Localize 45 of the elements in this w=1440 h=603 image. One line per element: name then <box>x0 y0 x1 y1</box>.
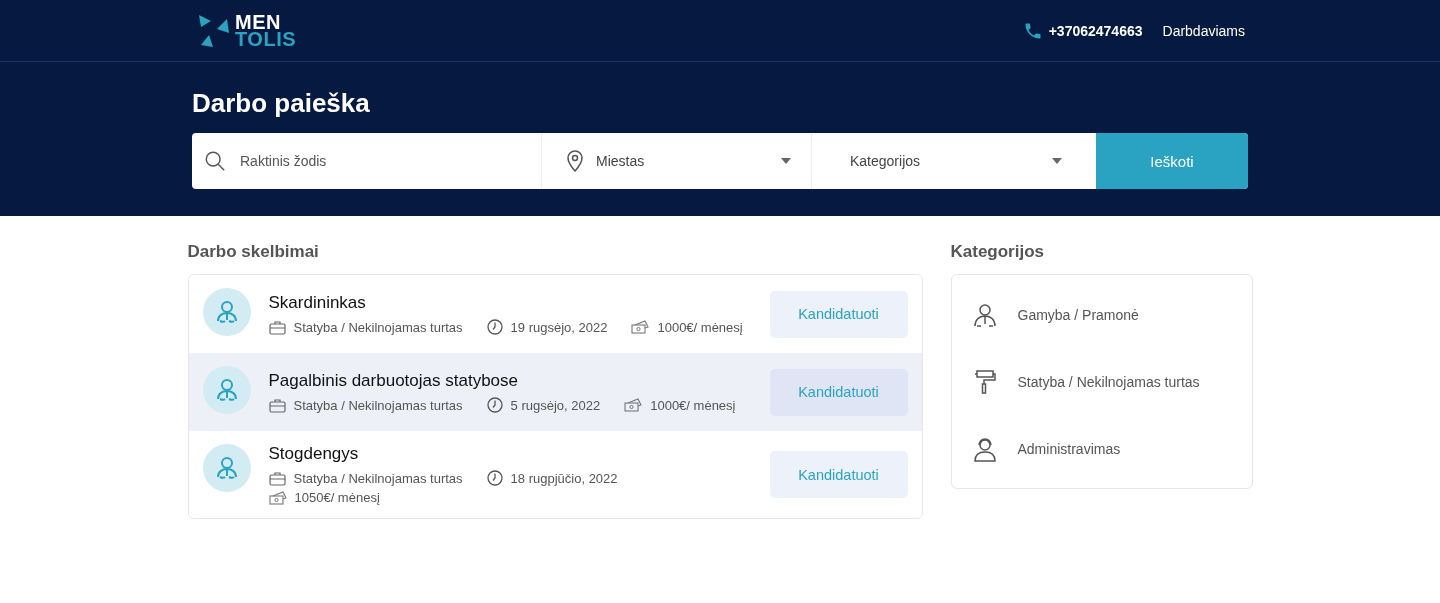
section-title: Darbo skelbimai <box>187 242 320 262</box>
job-date: 19 rugsėjo, 2022 <box>510 319 608 335</box>
category-link[interactable]: Administravimas <box>1017 440 1121 457</box>
caret-icon <box>1052 158 1062 164</box>
category-dropdown[interactable]: Kategorijos <box>812 133 1096 189</box>
money-icon <box>624 398 643 412</box>
logo[interactable]: MEN TOLIS <box>197 13 297 48</box>
briefcase-icon <box>268 470 286 486</box>
clock-icon <box>486 397 503 413</box>
job-salary: 1000€/ mėnesį <box>657 319 743 335</box>
category-link[interactable]: Gamyba / Pramonė <box>1017 306 1139 323</box>
job-title[interactable]: Skardininkas <box>268 293 752 313</box>
employers-link[interactable]: Darbdaviams <box>1162 22 1245 39</box>
worker-avatar-icon <box>202 366 251 414</box>
clock-icon <box>486 319 503 335</box>
job-date: 5 rugsėjo, 2022 <box>510 397 601 413</box>
job-category: Statyba / Nekilnojamas turtas <box>293 319 463 335</box>
logo-text: MEN <box>235 13 281 31</box>
location-pin-icon <box>566 150 584 172</box>
logo-triangles-icon <box>197 14 231 47</box>
search-icon <box>204 150 226 172</box>
job-salary: 1000€/ mėnesį <box>650 397 736 413</box>
worker-avatar-icon <box>202 288 251 336</box>
logo-text: TOLIS <box>235 30 297 48</box>
job-salary: 1050€/ mėnesį <box>294 490 380 505</box>
worker-avatar-icon <box>202 444 251 492</box>
job-title[interactable]: Stogdengys <box>268 444 752 464</box>
job-category: Statyba / Nekilnojamas turtas <box>293 397 463 413</box>
briefcase-icon <box>268 397 286 413</box>
money-icon <box>631 320 650 334</box>
job-date: 18 rugpjūčio, 2022 <box>510 470 618 486</box>
money-icon <box>268 490 287 505</box>
page-title: Darbo paieška <box>192 88 371 119</box>
phone-link[interactable]: +37062474663 <box>1048 22 1143 39</box>
person-icon <box>971 301 998 328</box>
section-title: Kategorijos <box>950 242 1046 262</box>
briefcase-icon <box>268 319 286 335</box>
clock-icon <box>486 470 503 486</box>
city-dropdown[interactable]: Miestas <box>542 133 812 189</box>
job-row[interactable]: Pagalbinis darbuotojas statybose Statyba / Nekilnojamas turtas 5 rugsėjo, 2022 1000€/ mėnesį Kandidatuoti <box>188 353 922 431</box>
job-category: Statyba / Nekilnojamas turtas <box>293 470 463 486</box>
caret-icon <box>781 158 791 164</box>
headset-person-icon <box>971 435 998 462</box>
job-title[interactable]: Pagalbinis darbuotojas statybose <box>268 371 752 391</box>
category-link[interactable]: Statyba / Nekilnojamas turtas <box>1017 373 1200 390</box>
